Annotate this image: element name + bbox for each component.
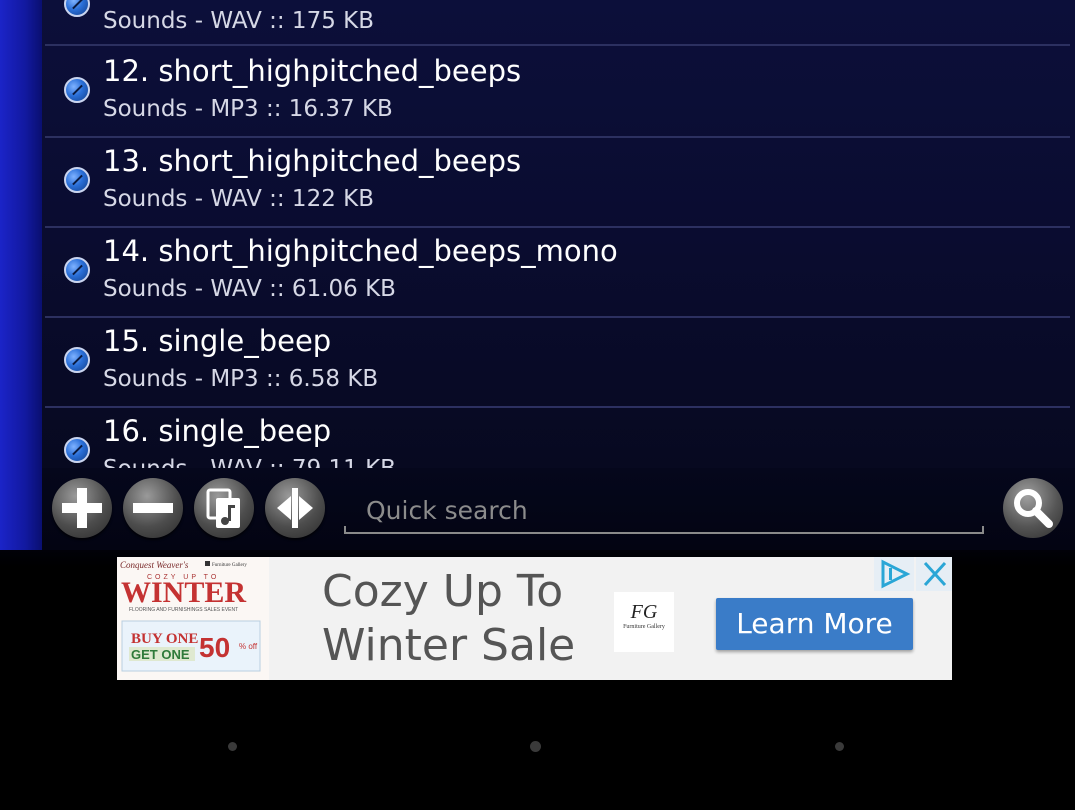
list-item-subtitle: Sounds - WAV :: 79.11 KB — [103, 456, 396, 468]
quick-search-field[interactable] — [344, 490, 984, 534]
close-icon — [923, 561, 947, 587]
left-edge-background — [0, 0, 42, 550]
radio-bullet-icon[interactable] — [64, 347, 90, 373]
ad-close-button[interactable] — [916, 557, 952, 591]
nav-back-button[interactable] — [228, 742, 237, 751]
adchoices-triangle-icon — [881, 559, 911, 589]
ad-image[interactable]: Conquest Weaver's Furniture Gallery COZY… — [117, 557, 269, 680]
list-item[interactable]: 16. single_beep Sounds - WAV :: 79.11 KB — [45, 406, 1070, 468]
remove-button[interactable] — [123, 478, 183, 538]
magnifier-icon — [1014, 489, 1053, 528]
svg-text:BUY ONE: BUY ONE — [131, 631, 198, 647]
svg-text:WINTER: WINTER — [121, 576, 246, 609]
radio-bullet-icon[interactable] — [64, 167, 90, 193]
add-button[interactable] — [52, 478, 112, 538]
app-screen: Sounds - WAV :: 175 KB 12. short_highpit… — [0, 0, 1075, 810]
music-files-icon — [206, 488, 240, 528]
swap-arrows-icon — [277, 488, 313, 528]
list-item-title: 13. short_highpitched_beeps — [103, 144, 522, 178]
list-item[interactable]: 12. short_highpitched_beeps Sounds - MP3… — [45, 46, 1070, 138]
sound-file-list[interactable]: Sounds - WAV :: 175 KB 12. short_highpit… — [42, 0, 1075, 468]
search-input[interactable] — [364, 490, 968, 530]
bottom-toolbar — [42, 468, 1075, 550]
radio-bullet-icon[interactable] — [64, 257, 90, 283]
ad-headline[interactable]: Cozy Up To Winter Sale — [322, 565, 592, 673]
minus-icon — [133, 503, 173, 513]
list-item[interactable]: Sounds - WAV :: 175 KB — [45, 0, 1070, 46]
nav-recents-button[interactable] — [835, 742, 844, 751]
copy-files-button[interactable] — [194, 478, 254, 538]
list-item-subtitle: Sounds - MP3 :: 6.58 KB — [103, 366, 379, 392]
list-item-subtitle: Sounds - WAV :: 61.06 KB — [103, 276, 396, 302]
list-item[interactable]: 15. single_beep Sounds - MP3 :: 6.58 KB — [45, 316, 1070, 408]
learn-more-button[interactable]: Learn More — [716, 598, 913, 650]
radio-bullet-icon[interactable] — [64, 0, 90, 17]
adchoices-icon[interactable] — [874, 557, 914, 591]
svg-text:% off: % off — [239, 642, 258, 651]
radio-bullet-icon[interactable] — [64, 437, 90, 463]
list-item-subtitle: Sounds - WAV :: 175 KB — [103, 8, 375, 34]
list-item-title: 14. short_highpitched_beeps_mono — [103, 234, 618, 268]
list-item-title: 15. single_beep — [103, 324, 332, 358]
nav-home-button[interactable] — [530, 741, 541, 752]
logo-text: Furniture Gallery — [623, 624, 665, 630]
list-item[interactable]: 14. short_highpitched_beeps_mono Sounds … — [45, 226, 1070, 318]
ad-headline-line: Cozy Up To — [322, 566, 564, 617]
search-button[interactable] — [1003, 478, 1063, 538]
list-item-title: 16. single_beep — [103, 414, 332, 448]
sort-button[interactable] — [265, 478, 325, 538]
plus-icon — [62, 488, 102, 528]
svg-text:Furniture Gallery: Furniture Gallery — [212, 563, 247, 568]
list-item-subtitle: Sounds - WAV :: 122 KB — [103, 186, 375, 212]
list-item-subtitle: Sounds - MP3 :: 16.37 KB — [103, 96, 393, 122]
list-item-title: 12. short_highpitched_beeps — [103, 54, 522, 88]
ad-headline-line: Winter Sale — [322, 620, 576, 671]
logo-initials: FG — [630, 601, 658, 623]
advertiser-logo: FG Furniture Gallery — [614, 592, 674, 652]
svg-text:GET ONE: GET ONE — [131, 647, 190, 662]
winter-sale-ad-graphic: Conquest Weaver's Furniture Gallery COZY… — [117, 557, 269, 680]
radio-bullet-icon[interactable] — [64, 77, 90, 103]
svg-text:50: 50 — [199, 632, 230, 663]
svg-text:FLOORING AND FURNISHINGS SALES: FLOORING AND FURNISHINGS SALES EVENT — [129, 607, 238, 613]
svg-text:Conquest Weaver's: Conquest Weaver's — [120, 560, 189, 570]
ad-banner[interactable]: Conquest Weaver's Furniture Gallery COZY… — [117, 557, 952, 680]
list-item[interactable]: 13. short_highpitched_beeps Sounds - WAV… — [45, 136, 1070, 228]
